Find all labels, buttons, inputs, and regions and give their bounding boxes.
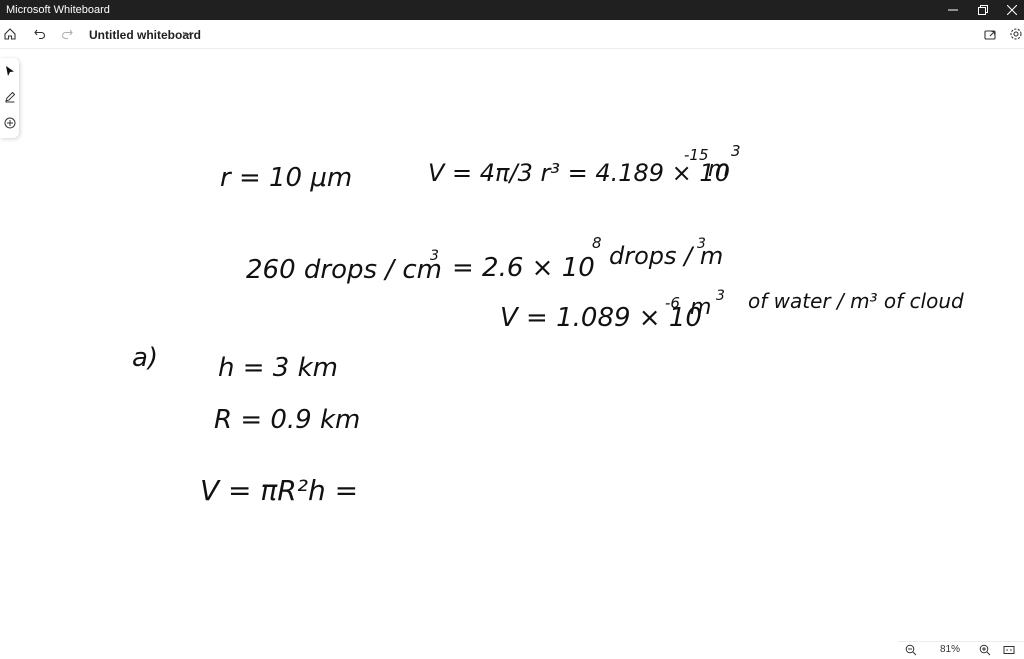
zoom-bar: 81% xyxy=(898,641,1024,659)
zoom-in-icon xyxy=(979,644,991,656)
zoom-in-button[interactable] xyxy=(978,643,992,657)
ink-drops-conversion: = 2.6 × 10 xyxy=(452,253,595,283)
fit-to-screen-icon xyxy=(1003,646,1015,654)
ink-drops-per-m3: drops / m xyxy=(609,242,723,270)
zoom-out-button[interactable] xyxy=(904,643,918,657)
undo-icon xyxy=(34,29,45,40)
ink-layer: r = 10 μm V = 4π/3 r³ = 4.189 × 10 -15 m… xyxy=(132,142,964,507)
redo-icon xyxy=(62,29,73,40)
zoom-level: 81% xyxy=(939,644,960,655)
settings-icon xyxy=(1010,28,1022,40)
app-toolbar: Untitled whiteboard xyxy=(0,20,1024,49)
ink-conversion-exponent: 8 xyxy=(592,234,602,252)
minimize-icon xyxy=(948,9,958,11)
ink-volume-unit: m xyxy=(708,157,729,182)
close-icon xyxy=(1007,5,1017,15)
restore-button[interactable] xyxy=(967,0,999,20)
close-button[interactable] xyxy=(996,0,1024,20)
zoom-out-icon xyxy=(905,644,917,656)
ink-volume-exponent: -15 xyxy=(684,146,709,164)
share-button[interactable] xyxy=(980,24,1000,44)
ink-volume-unit-exponent: 3 xyxy=(731,142,741,160)
ink-m3-exponent: 3 xyxy=(697,236,706,252)
ink-water-volume-unit: m xyxy=(690,295,711,320)
fit-to-screen-button[interactable] xyxy=(1002,643,1016,657)
ink-water-volume-unit-exponent: 3 xyxy=(716,288,725,304)
ink-cylinder-volume-equation: V = πR²h = xyxy=(200,474,358,507)
minimize-button[interactable] xyxy=(937,0,969,20)
chevron-down-icon[interactable] xyxy=(181,28,193,40)
settings-button[interactable] xyxy=(1006,24,1024,44)
redo-button[interactable] xyxy=(57,24,77,44)
whiteboard-canvas[interactable]: r = 10 μm V = 4π/3 r³ = 4.189 × 10 -15 m… xyxy=(0,48,1024,640)
ink-part-a-label: a) xyxy=(132,343,158,373)
ink-drops-per-cm3: 260 drops / cm xyxy=(246,255,442,285)
ink-r-equation: r = 10 μm xyxy=(220,163,352,193)
ink-water-per-cloud: of water / m³ of cloud xyxy=(748,289,964,313)
ink-cm3-exponent: 3 xyxy=(430,248,439,264)
home-button[interactable] xyxy=(0,24,20,44)
app-title: Microsoft Whiteboard xyxy=(6,4,110,16)
restore-icon xyxy=(978,5,988,15)
ink-water-volume-exponent: -6 xyxy=(665,294,680,312)
title-bar: Microsoft Whiteboard xyxy=(0,0,1024,20)
ink-radius-equation: R = 0.9 km xyxy=(214,405,360,435)
share-icon xyxy=(984,30,996,40)
home-icon xyxy=(4,28,16,40)
ink-height-equation: h = 3 km xyxy=(218,353,338,383)
undo-button[interactable] xyxy=(30,24,50,44)
